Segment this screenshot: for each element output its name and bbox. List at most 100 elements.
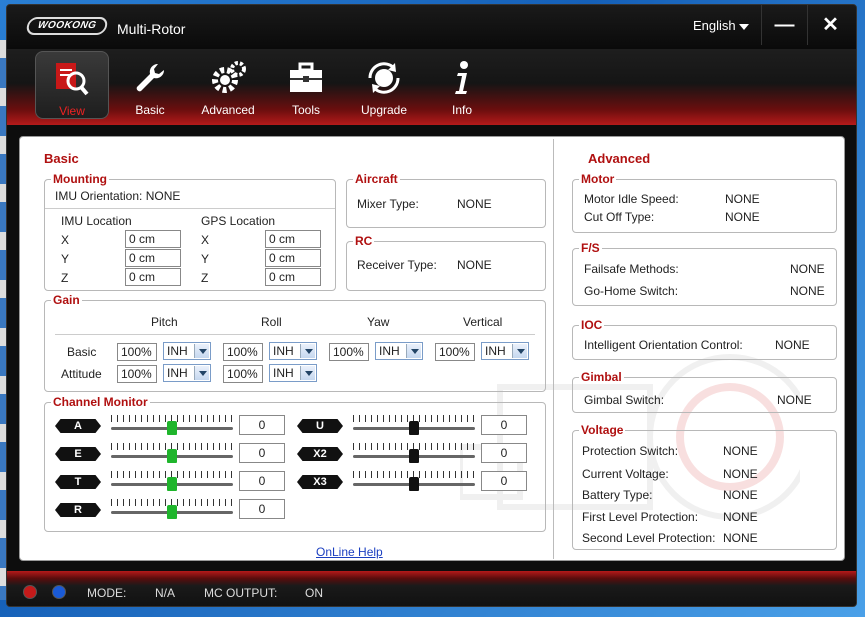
channel-u-value: 0 <box>481 415 527 435</box>
voltage-title: Voltage <box>579 423 626 437</box>
imu-y-field[interactable]: 0 cm <box>125 249 181 267</box>
mc-output-value: ON <box>305 586 323 600</box>
attitude-pitch-mode-value: INH <box>167 366 188 380</box>
slider-thumb <box>409 477 419 491</box>
channel-e-slider <box>111 443 233 463</box>
basic-yaw-gain[interactable]: 100% <box>329 343 369 361</box>
basic-pitch-gain[interactable]: 100% <box>117 343 157 361</box>
channel-monitor-group: Channel Monitor A0E0T0R0 U 0 X2 0 X3 0 <box>44 395 546 532</box>
rc-title: RC <box>353 234 375 248</box>
channel-e-label: E <box>55 447 101 461</box>
basic-yaw-mode[interactable]: INH <box>375 342 423 360</box>
imu-location-label: IMU Location <box>61 214 132 228</box>
gain-col-vertical: Vertical <box>463 315 503 329</box>
basic-roll-gain[interactable]: 100% <box>223 343 263 361</box>
gps-y-field[interactable]: 0 cm <box>265 249 321 267</box>
close-button[interactable]: ✕ <box>807 5 853 45</box>
first-level-protection-label: First Level Protection: <box>582 510 699 524</box>
channel-a-slider <box>111 415 233 435</box>
channel-r-value: 0 <box>239 499 285 519</box>
basic-vertical-mode-value: INH <box>485 344 506 358</box>
gain-col-yaw: Yaw <box>367 315 390 329</box>
gps-location-label: GPS Location <box>201 214 276 228</box>
info-icon <box>425 59 499 97</box>
motor-idle-speed-label: Motor Idle Speed: <box>584 192 679 206</box>
basic-pitch-mode-value: INH <box>167 344 188 358</box>
basic-roll-mode-value: INH <box>273 344 294 358</box>
channel-u-slider <box>353 415 475 435</box>
motor-idle-speed-value: NONE <box>725 192 760 206</box>
gain-title: Gain <box>51 293 82 307</box>
ioc-value: NONE <box>775 338 810 352</box>
language-dropdown[interactable]: English <box>693 18 749 33</box>
tab-view-label: View <box>59 104 85 118</box>
gps-x-field[interactable]: 0 cm <box>265 230 321 248</box>
gps-z-field[interactable]: 0 cm <box>265 268 321 286</box>
protection-switch-label: Protection Switch: <box>582 444 679 458</box>
tab-tools[interactable]: Tools <box>269 51 343 119</box>
tab-upgrade-label: Upgrade <box>360 103 408 117</box>
mode-value: N/A <box>155 586 176 600</box>
online-help-link[interactable]: OnLine Help <box>316 545 383 559</box>
globe-refresh-icon <box>347 59 421 97</box>
gain-row-basic: Basic <box>67 345 97 359</box>
tab-advanced[interactable]: Advanced <box>191 51 265 119</box>
gps-z-label: Z <box>201 271 209 285</box>
tab-tools-label: Tools <box>291 103 320 117</box>
receiver-type-value: NONE <box>457 258 492 272</box>
tab-upgrade[interactable]: Upgrade <box>347 51 421 119</box>
minimize-button[interactable]: — <box>761 5 807 45</box>
first-level-protection-value: NONE <box>723 510 758 524</box>
ioc-title: IOC <box>579 318 605 332</box>
slider-thumb <box>167 449 177 463</box>
channel-t-value: 0 <box>239 471 285 491</box>
basic-roll-mode[interactable]: INH <box>269 342 317 360</box>
current-voltage-value: NONE <box>723 467 758 481</box>
imu-x-field[interactable]: 0 cm <box>125 230 181 248</box>
attitude-roll-mode[interactable]: INH <box>269 364 317 382</box>
failsafe-methods-label: Failsafe Methods: <box>584 262 679 276</box>
mounting-title: Mounting <box>51 172 109 186</box>
tab-advanced-label: Advanced <box>201 103 255 117</box>
voltage-group: Voltage Protection Switch: NONE Current … <box>572 423 837 550</box>
divider <box>45 208 335 209</box>
current-voltage-label: Current Voltage: <box>582 467 669 481</box>
imu-z-field[interactable]: 0 cm <box>125 268 181 286</box>
second-level-protection-value: NONE <box>723 531 758 545</box>
toolbox-icon <box>269 59 343 97</box>
ioc-label: Intelligent Orientation Control: <box>584 338 743 352</box>
basic-vertical-mode[interactable]: INH <box>481 342 529 360</box>
chevron-down-icon <box>300 344 315 358</box>
slider-thumb <box>167 477 177 491</box>
chevron-down-icon <box>300 366 315 380</box>
basic-yaw-mode-value: INH <box>379 344 400 358</box>
basic-section-title: Basic <box>44 151 79 166</box>
gain-group: Gain Pitch Roll Yaw Vertical Basic Attit… <box>44 293 546 392</box>
channel-x3-label: X3 <box>297 475 343 489</box>
aircraft-group: Aircraft Mixer Type: NONE <box>346 172 546 228</box>
cut-off-type-label: Cut Off Type: <box>584 210 655 224</box>
gain-row-attitude: Attitude <box>61 367 102 381</box>
tab-basic[interactable]: Basic <box>113 51 187 119</box>
imu-orientation: IMU Orientation: NONE <box>55 189 181 203</box>
chevron-down-icon <box>512 344 527 358</box>
cut-off-type-value: NONE <box>725 210 760 224</box>
basic-pitch-mode[interactable]: INH <box>163 342 211 360</box>
mixer-type-label: Mixer Type: <box>357 197 419 211</box>
channel-t-slider <box>111 471 233 491</box>
attitude-pitch-mode[interactable]: INH <box>163 364 211 382</box>
aircraft-title: Aircraft <box>353 172 400 186</box>
gimbal-title: Gimbal <box>579 370 624 384</box>
attitude-pitch-gain[interactable]: 100% <box>117 365 157 383</box>
basic-vertical-gain[interactable]: 100% <box>435 343 475 361</box>
gimbal-switch-value: NONE <box>777 393 812 407</box>
tab-info[interactable]: Info <box>425 51 499 119</box>
tab-info-label: Info <box>451 103 472 117</box>
protection-switch-value: NONE <box>723 444 758 458</box>
go-home-switch-label: Go-Home Switch: <box>584 284 679 298</box>
title-bar: WOOKONG Multi-Rotor English — ✕ <box>7 5 856 49</box>
app-title: Multi-Rotor <box>117 21 186 37</box>
tab-view[interactable]: View <box>35 51 109 119</box>
channel-t-label: T <box>55 475 101 489</box>
attitude-roll-gain[interactable]: 100% <box>223 365 263 383</box>
